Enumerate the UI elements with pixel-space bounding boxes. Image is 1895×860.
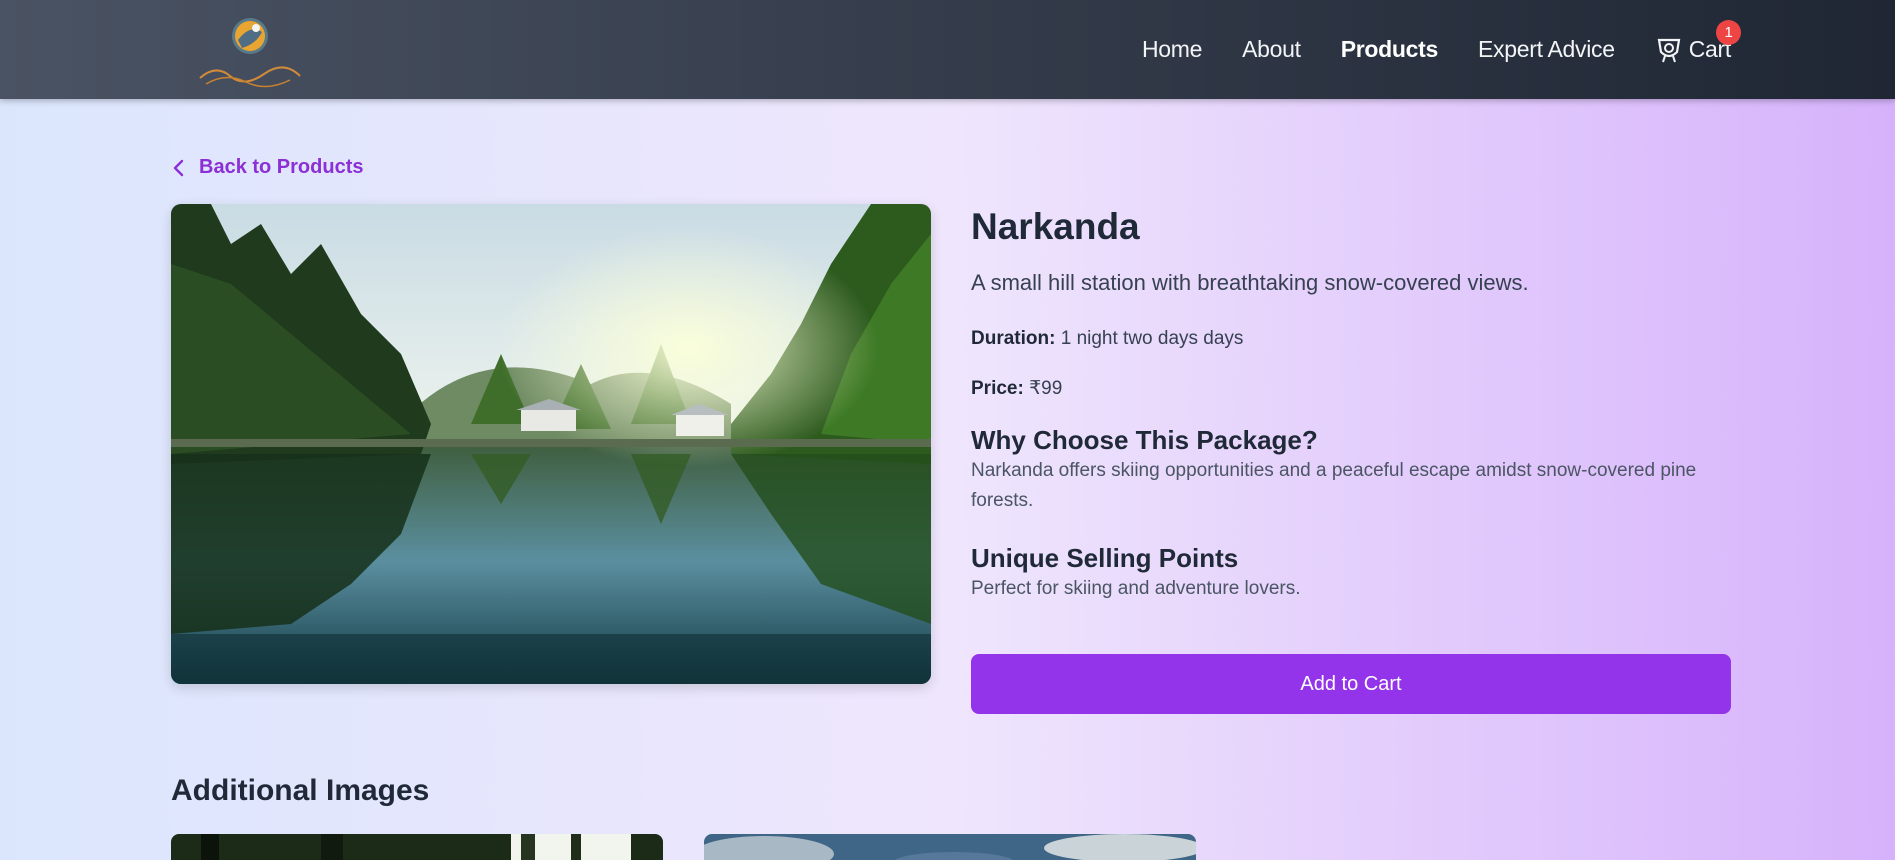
nav-products[interactable]: Products [1341,36,1439,63]
additional-image-2[interactable] [704,834,1196,860]
product-price: Price: ₹99 [971,376,1731,402]
product-title: Narkanda [971,206,1140,247]
additional-images-heading: Additional Images [171,774,430,807]
nav-expert-advice[interactable]: Expert Advice [1478,36,1615,63]
cart-icon [1657,38,1681,62]
nav-about[interactable]: About [1242,36,1301,63]
duration-label: Duration: [971,328,1056,349]
additional-image-1[interactable] [171,834,663,860]
nav-home[interactable]: Home [1142,36,1202,63]
site-logo[interactable] [186,14,314,90]
usp-heading: Unique Selling Points [971,543,1239,573]
back-to-products-link[interactable]: Back to Products [171,156,363,179]
duration-value: 1 night two days days [1060,328,1244,349]
product-description: A small hill station with breathtaking s… [971,270,1529,295]
main-nav: Home About Products Expert Advice Cart 1 [1102,0,1741,99]
why-choose-heading: Why Choose This Package? [971,425,1318,455]
usp-text: Perfect for skiing and adventure lovers. [971,578,1301,599]
nav-cart[interactable]: Cart 1 [1655,19,1741,64]
price-value: ₹99 [1029,378,1063,399]
price-label: Price: [971,378,1024,399]
chevron-left-icon [173,159,184,176]
product-main-image [171,204,931,684]
cart-count-badge: 1 [1716,19,1741,45]
why-choose-text: Narkanda offers skiing opportunities and… [971,460,1697,511]
product-duration: Duration: 1 night two days days [971,326,1731,352]
add-to-cart-button[interactable]: Add to Cart [971,654,1731,714]
back-link-label: Back to Products [199,156,364,178]
site-header: Home About Products Expert Advice Cart 1 [0,0,1895,99]
product-details: Narkanda A small hill station with breat… [971,204,1731,714]
